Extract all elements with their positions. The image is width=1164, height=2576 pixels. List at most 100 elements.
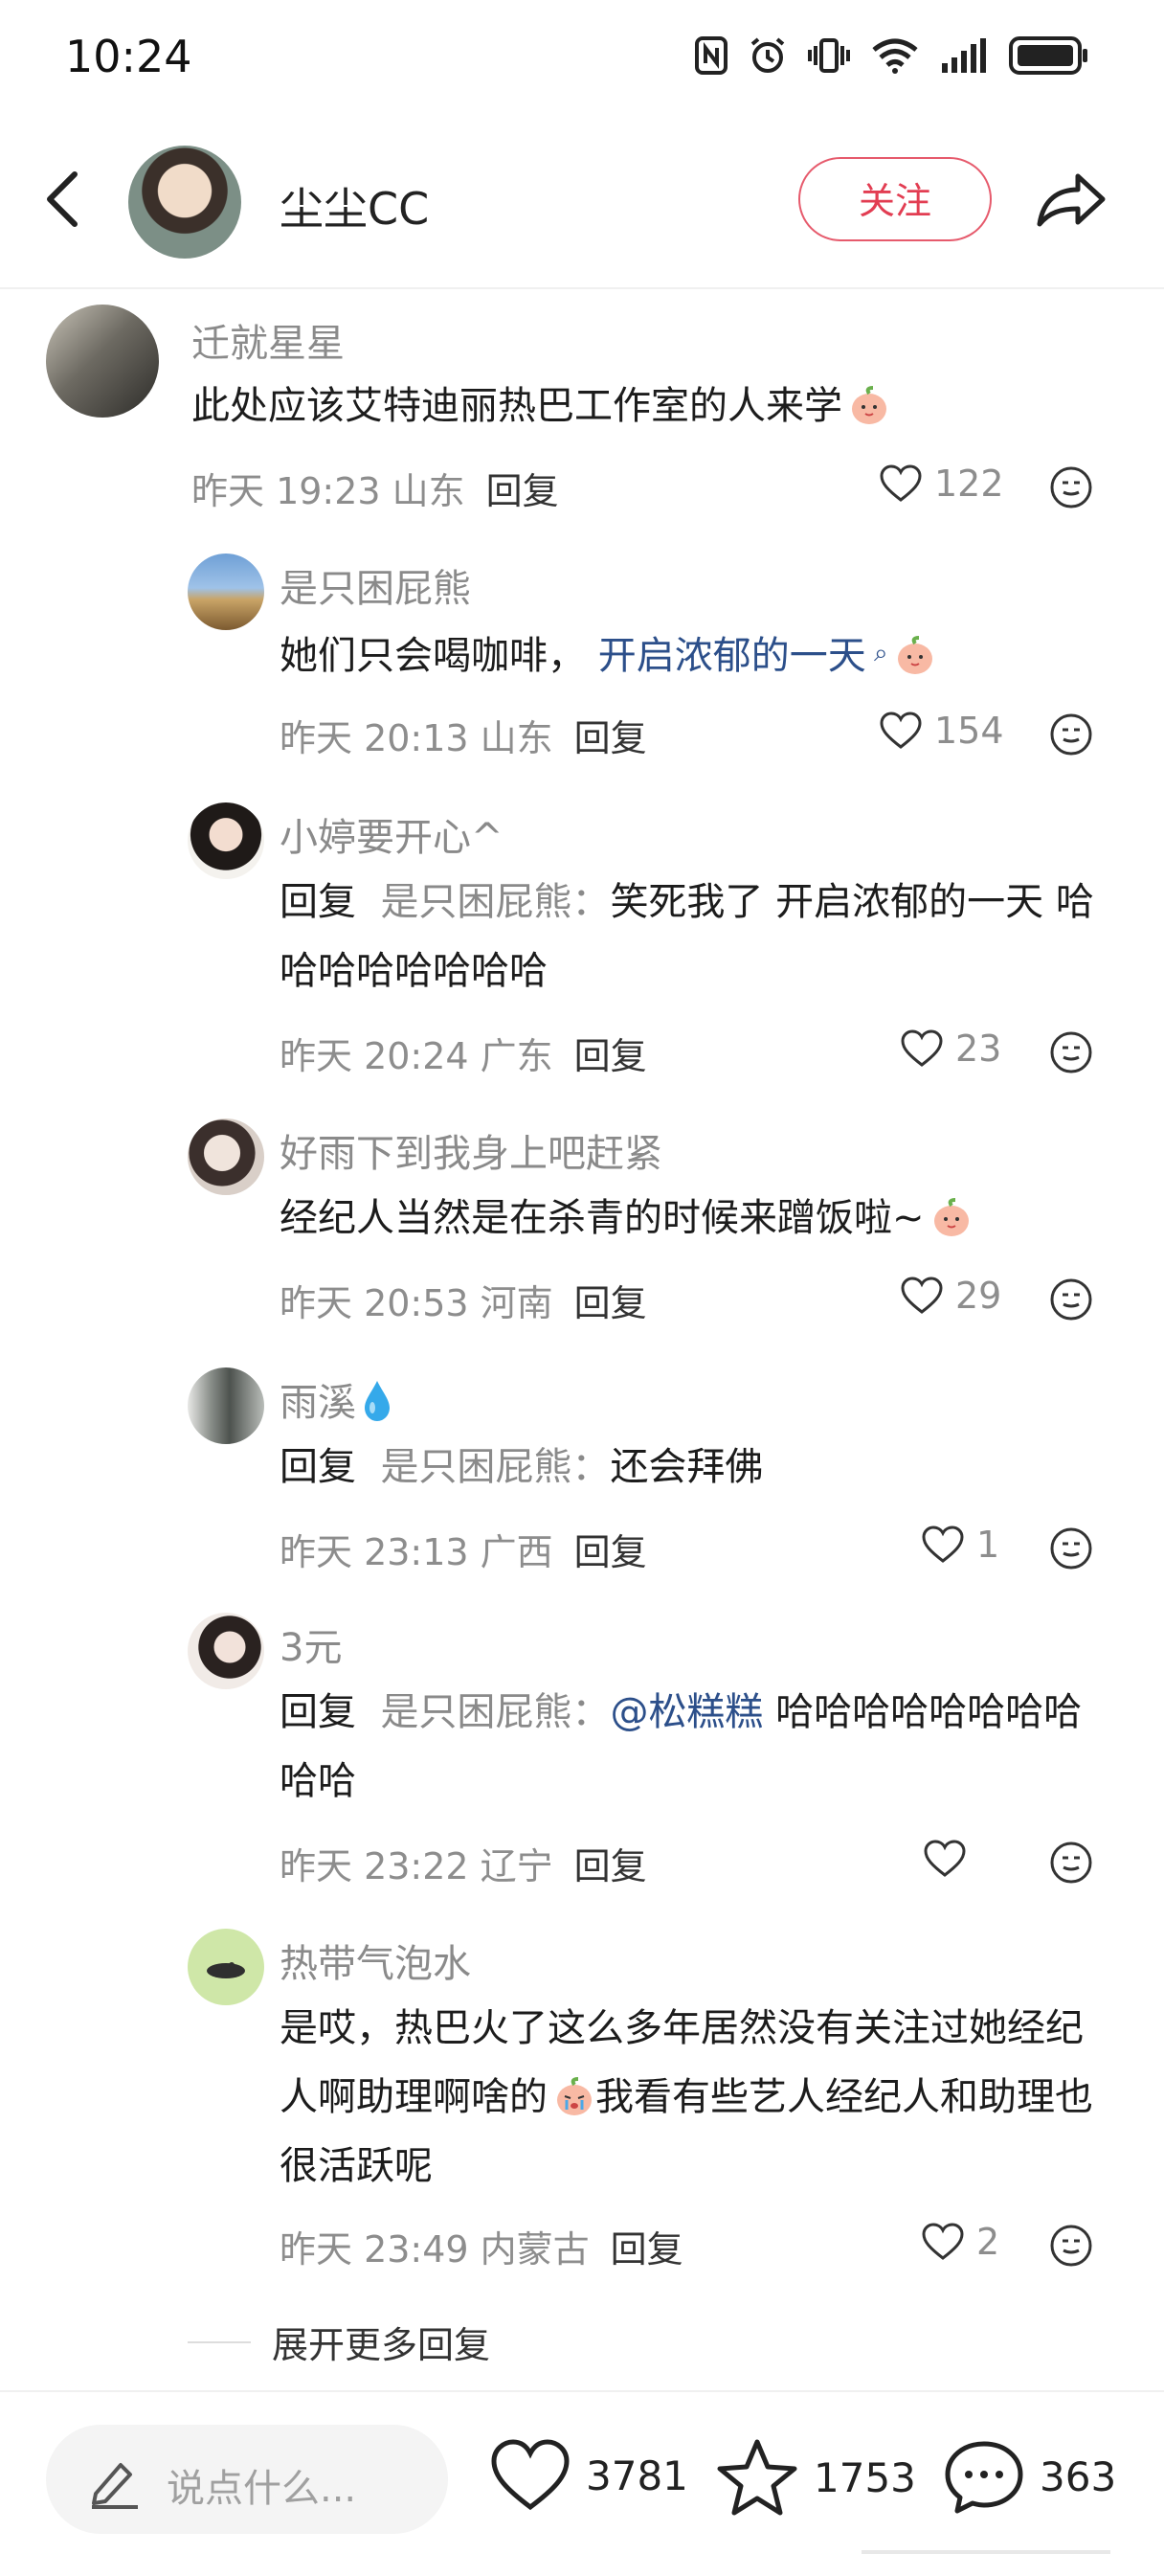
comment-meta: 昨天 23:22 辽宁 回复 [280,1845,647,1887]
comment-meta: 昨天 20:13 山东 回复 [280,717,647,759]
reply-button[interactable]: 回复 [486,470,559,512]
emoji-icon[interactable] [1049,1841,1093,1885]
comment-meta: 昨天 23:49 内蒙古 回复 [280,2228,683,2271]
comment-text[interactable]: 回复 是只困屁熊：笑死我了 开启浓郁的一天 哈哈哈哈哈哈哈哈 [280,868,1103,1006]
crying-emoji-icon [557,2077,592,2115]
emoji-icon[interactable] [1049,465,1093,509]
emoji-icon[interactable] [1049,2224,1093,2268]
like-count: 1 [976,1524,1000,1566]
emoji-icon[interactable] [1049,1277,1093,1322]
like-button[interactable]: 29 [900,1272,1001,1320]
back-arrow-icon[interactable] [36,165,94,234]
heart-icon [880,712,922,749]
comment-username[interactable]: 小婷要开心^ [280,806,504,862]
peach-emoji-icon [933,1198,969,1236]
heart-icon [901,1029,943,1067]
reply-button[interactable]: 回复 [574,1035,647,1077]
like-count: 154 [934,710,1004,752]
topic-link[interactable]: 开启浓郁的一天 [598,634,866,678]
reply-button[interactable]: 回复 [574,1282,647,1324]
comment-username[interactable]: 热带气泡水 [280,1932,471,1988]
comment-bubble-icon [945,2441,1023,2514]
comments-button[interactable]: 363 [944,2438,1116,2515]
status-bar: 10:24 [0,0,1164,115]
favorite-button[interactable]: 1753 [716,2438,916,2517]
like-button[interactable]: 122 [879,460,1004,508]
star-icon [717,2439,797,2516]
avatar[interactable] [188,1929,264,2005]
signal-icon [942,38,986,73]
heart-icon [901,1277,943,1314]
comment-meta: 昨天 20:53 河南 回复 [280,1282,647,1324]
like-button[interactable]: 154 [879,707,1004,755]
comment-input[interactable]: 说点什么... [46,2425,448,2534]
emoji-icon[interactable] [1049,1526,1093,1570]
heart-icon [922,1525,964,1563]
avatar[interactable] [46,305,159,418]
reply-target[interactable]: 是只困屁熊： [380,880,610,924]
droplet-emoji-icon [365,1381,390,1421]
comment-text[interactable]: 回复 是只困屁熊：@松糕糕 哈哈哈哈哈哈哈哈哈哈 [280,1678,1103,1816]
comment-text[interactable]: 回复 是只困屁熊：还会拜佛 [280,1433,1103,1502]
reply-target[interactable]: 是只困屁熊： [380,1445,610,1489]
reply-target[interactable]: 是只困屁熊： [380,1690,610,1734]
avatar-image [207,1962,245,1978]
wifi-icon [872,38,918,74]
comment-text[interactable]: 经纪人当然是在杀青的时候来蹭饭啦~ [280,1184,1103,1253]
avatar[interactable] [188,802,264,879]
comment-meta: 昨天 19:23 山东 回复 [191,470,559,512]
watermark-decoration [862,2550,1110,2554]
comment-meta: 昨天 20:24 广东 回复 [280,1035,647,1077]
reply-button[interactable]: 回复 [611,2228,683,2271]
emoji-icon[interactable] [1049,712,1093,757]
status-time: 10:24 [65,31,192,82]
post-header: 尘尘CC 关注 [0,115,1164,289]
heart-icon [924,1840,966,1877]
avatar[interactable] [188,1613,264,1689]
favorite-total: 1753 [814,2453,916,2501]
like-count: 122 [934,463,1004,505]
pencil-icon [92,2463,138,2509]
emoji-icon[interactable] [1049,1030,1093,1074]
comment-username[interactable]: 好雨下到我身上吧赶紧 [280,1122,662,1178]
peach-emoji-icon [897,636,932,674]
like-count: 2 [976,2221,1000,2263]
comment-total: 363 [1040,2452,1117,2500]
vibrate-icon [808,38,850,73]
avatar[interactable] [188,1367,264,1444]
comment-username[interactable]: 雨溪 [280,1371,392,1427]
author-avatar[interactable] [128,146,241,259]
comment-username[interactable]: 是只困屁熊 [280,557,471,613]
avatar[interactable] [188,554,264,630]
comment-text[interactable]: 她们只会喝咖啡， 开启浓郁的一天 ⌕ [280,619,1103,690]
reply-button[interactable]: 回复 [574,1845,647,1887]
like-button[interactable] [923,1835,978,1883]
comment-username[interactable]: 3元 [280,1616,342,1672]
expand-more-replies[interactable]: 展开更多回复 [188,2316,490,2368]
avatar[interactable] [188,1119,264,1195]
reply-button[interactable]: 回复 [574,717,647,759]
heart-icon [880,464,922,502]
peach-emoji-icon [852,386,886,424]
heart-icon [491,2439,570,2511]
divider [188,2340,251,2343]
like-button[interactable]: 23 [900,1025,1001,1073]
mention-link[interactable]: @松糕糕 [610,1690,763,1734]
alarm-icon [750,37,785,73]
nfc-icon [695,36,728,75]
share-icon[interactable] [1034,165,1108,234]
follow-button[interactable]: 关注 [798,157,992,241]
like-count: 29 [955,1275,1002,1317]
battery-icon [1009,36,1087,75]
comment-text[interactable]: 是哎，热巴火了这么多年居然没有关注过她经纪人啊助理啊啥的 我看有些艺人经纪人和助理… [280,1994,1112,2201]
comment-username[interactable]: 迁就星星 [191,312,345,368]
author-name[interactable]: 尘尘CC [280,174,429,237]
like-button[interactable]: 1 [921,1521,999,1569]
like-total: 3781 [586,2452,688,2499]
like-post-button[interactable]: 3781 [490,2438,688,2513]
comment-text[interactable]: 此处应该艾特迪丽热巴工作室的人来学 [191,372,1091,441]
comment-input-placeholder: 说点什么... [167,2467,357,2511]
reply-button[interactable]: 回复 [574,1531,647,1573]
expand-more-label: 展开更多回复 [272,2324,491,2366]
like-button[interactable]: 2 [921,2218,999,2266]
